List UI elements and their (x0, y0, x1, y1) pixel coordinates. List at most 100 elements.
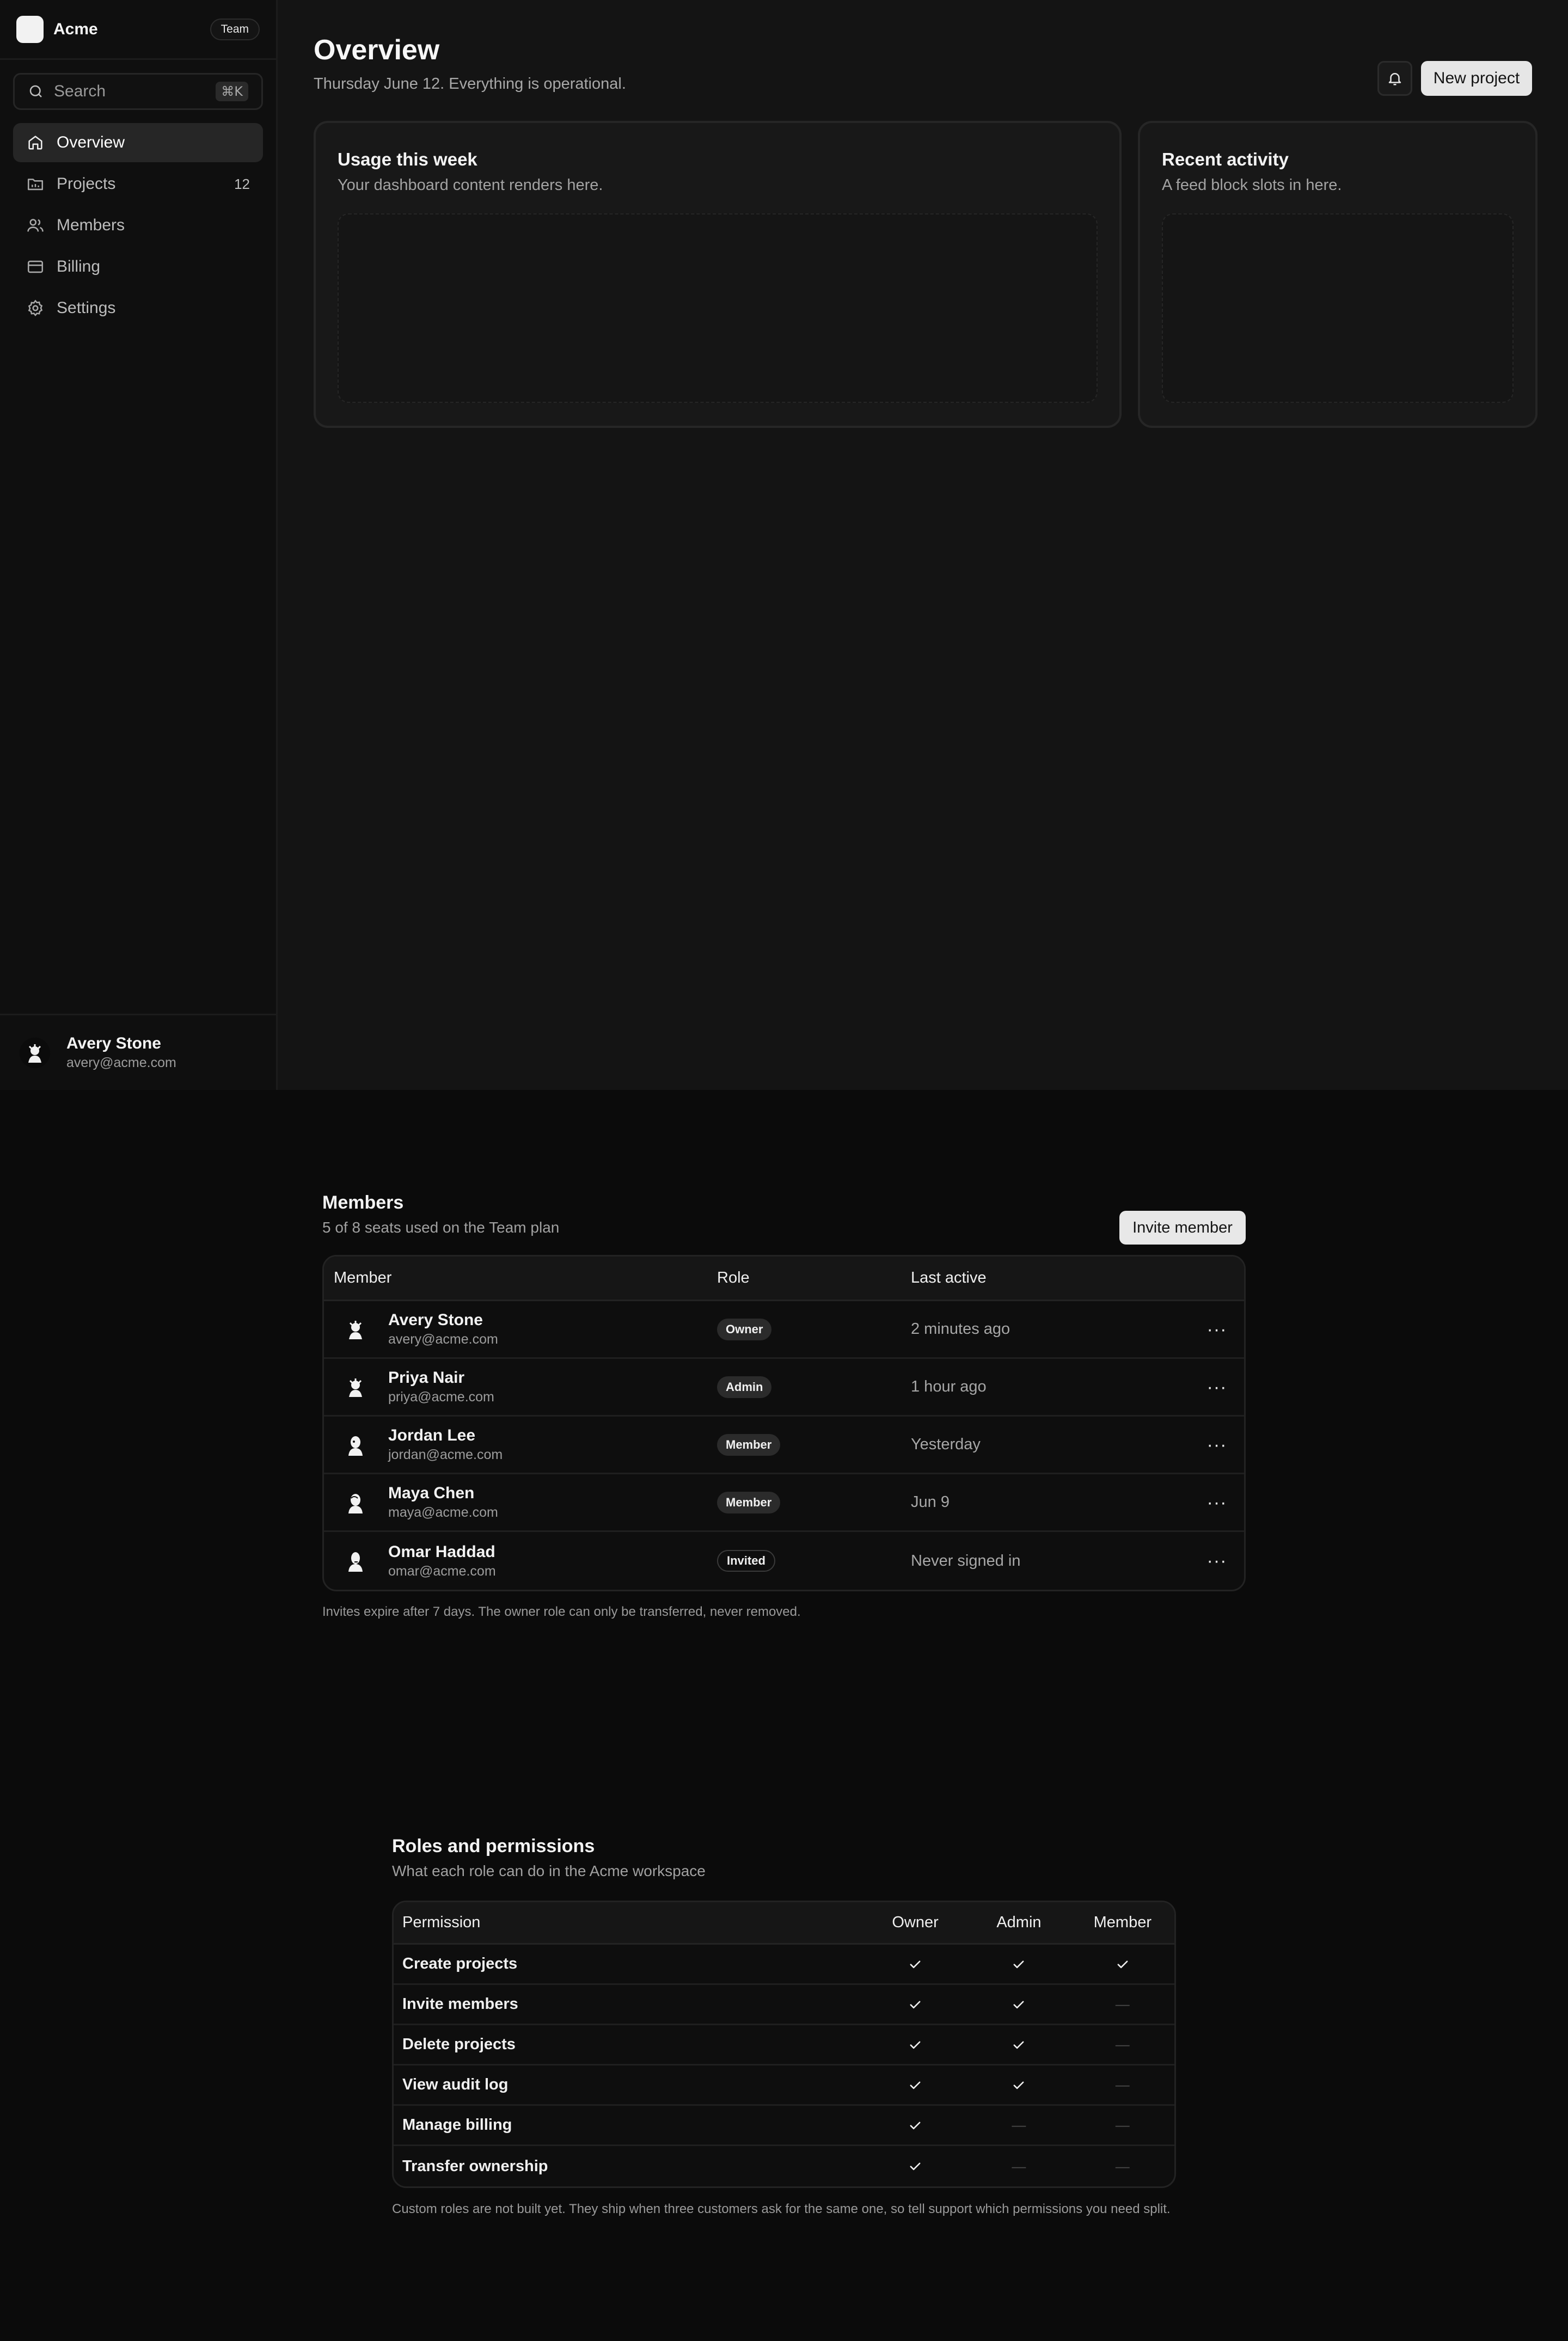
sidebar-item-members[interactable]: Members (13, 206, 263, 245)
last-active: Jun 9 (911, 1493, 950, 1511)
member-email: maya@acme.com (388, 1505, 498, 1520)
table-row: Omar Haddad omar@acme.com Invited Never s… (324, 1532, 1244, 1590)
bell-icon (1387, 70, 1403, 87)
more-options-icon[interactable]: ··· (1207, 1436, 1227, 1454)
search-input[interactable]: Search ⌘K (13, 73, 263, 110)
more-options-icon[interactable]: ··· (1207, 1493, 1227, 1512)
sidebar-item-overview[interactable]: Overview (13, 123, 263, 162)
table-row: Priya Nair priya@acme.com Admin 1 hour ag… (324, 1359, 1244, 1417)
role-badge: Invited (717, 1550, 775, 1572)
credit-card-icon (26, 258, 45, 276)
search-placeholder: Search (54, 82, 106, 100)
card-title: Usage this week (338, 149, 477, 169)
usage-card: Usage this week Your dashboard content r… (314, 121, 1122, 428)
sidebar-item-projects[interactable]: Projects 12 (13, 164, 263, 204)
invite-member-button[interactable]: Invite member (1119, 1211, 1246, 1245)
dash-icon: — (1115, 2036, 1130, 2052)
last-active: 2 minutes ago (911, 1320, 1010, 1338)
dash-icon: — (1115, 1996, 1130, 2012)
plan-badge: Team (210, 18, 260, 40)
sidebar-item-settings[interactable]: Settings (13, 289, 263, 328)
member-name: Omar Haddad (388, 1542, 495, 1561)
check-icon (967, 1957, 1070, 1972)
member-name: Jordan Lee (388, 1426, 476, 1444)
table-row: Delete projects — (394, 2025, 1174, 2066)
check-icon (863, 2078, 967, 2093)
content-slot (338, 213, 1098, 403)
permission-name: Transfer ownership (402, 2157, 548, 2175)
sidebar-item-label: Overview (57, 133, 125, 151)
section-title: Members (322, 1192, 404, 1213)
avatar (340, 1314, 371, 1345)
permission-name: View audit log (402, 2076, 509, 2093)
column-header-permission: Permission (402, 1914, 481, 1931)
column-header-last-active: Last active (911, 1269, 987, 1286)
avatar (340, 1430, 371, 1460)
member-email: omar@acme.com (388, 1563, 496, 1579)
last-active: 1 hour ago (911, 1378, 987, 1395)
member-email: jordan@acme.com (388, 1447, 503, 1462)
sidebar-item-label: Members (57, 216, 125, 234)
sidebar-item-billing[interactable]: Billing (13, 247, 263, 286)
permission-name: Invite members (402, 1995, 518, 2013)
avatar (20, 1037, 50, 1068)
dash-icon: — (1012, 2117, 1026, 2133)
check-icon (863, 2037, 967, 2052)
main-content: Overview Thursday June 12. Everything is… (278, 0, 1568, 1090)
role-badge: Member (717, 1491, 781, 1513)
permission-name: Delete projects (402, 2036, 516, 2053)
card-title: Recent activity (1162, 149, 1289, 169)
last-active: Yesterday (911, 1436, 981, 1453)
page-title: Overview (314, 34, 440, 66)
members-section: Members 5 of 8 seats used on the Team pl… (322, 1192, 1246, 1620)
table-row: Avery Stone avery@acme.com Owner 2 minute… (324, 1301, 1244, 1359)
search-icon (28, 83, 44, 100)
check-icon (863, 1997, 967, 2012)
acme-logo (16, 15, 44, 43)
table-row: Manage billing — — (394, 2106, 1174, 2146)
dash-icon: — (1012, 2158, 1026, 2174)
check-icon (863, 1957, 967, 1972)
role-badge: Owner (717, 1318, 772, 1340)
avatar (340, 1372, 371, 1402)
section-subtitle: 5 of 8 seats used on the Team plan (322, 1219, 560, 1236)
member-email: avery@acme.com (388, 1332, 498, 1347)
gear-icon (26, 299, 45, 317)
sidebar: Acme Team Search ⌘K Overview Projects 12… (0, 0, 278, 1090)
more-options-icon[interactable]: ··· (1207, 1320, 1227, 1339)
check-icon (863, 2118, 967, 2133)
role-badge: Admin (717, 1376, 772, 1398)
page-subtitle: Thursday June 12. Everything is operatio… (314, 75, 626, 93)
more-options-icon[interactable]: ··· (1207, 1378, 1227, 1396)
new-project-button[interactable]: New project (1421, 61, 1532, 96)
workspace-switcher[interactable]: Acme Team (0, 0, 276, 60)
sidebar-item-label: Billing (57, 258, 101, 275)
dashboard-shell: Acme Team Search ⌘K Overview Projects 12… (0, 0, 1568, 1090)
users-icon (26, 216, 45, 235)
card-subtitle: Your dashboard content renders here. (338, 176, 603, 194)
permissions-table: Permission Owner Admin Member Create pro… (392, 1901, 1176, 2188)
member-name: Priya Nair (388, 1369, 465, 1387)
table-row: Create projects (394, 1945, 1174, 1985)
last-active: Never signed in (911, 1552, 1021, 1570)
table-header: Member Role Last active (324, 1257, 1244, 1301)
column-header-member: Member (334, 1269, 392, 1286)
section-subtitle: What each role can do in the Acme worksp… (392, 1862, 706, 1879)
notifications-button[interactable] (1377, 61, 1412, 96)
avatar (340, 1487, 371, 1518)
account-menu[interactable]: Avery Stone avery@acme.com (0, 1014, 276, 1090)
role-badge: Member (717, 1433, 781, 1456)
folder-icon (26, 175, 45, 193)
app-name: Acme (53, 20, 98, 38)
table-row: Maya Chen maya@acme.com Member Jun 9 ··· (324, 1474, 1244, 1532)
check-icon (863, 2159, 967, 2174)
check-icon (967, 2078, 1070, 2093)
dash-icon: — (1115, 2117, 1130, 2133)
members-footnote: Invites expire after 7 days. The owner r… (322, 1604, 801, 1619)
member-email: priya@acme.com (388, 1389, 494, 1405)
more-options-icon[interactable]: ··· (1207, 1552, 1227, 1570)
content-slot (1162, 213, 1514, 403)
permissions-note: Custom roles are not built yet. They shi… (392, 2202, 1171, 2216)
permission-name: Create projects (402, 1955, 518, 1972)
column-header-role: Role (717, 1269, 750, 1286)
